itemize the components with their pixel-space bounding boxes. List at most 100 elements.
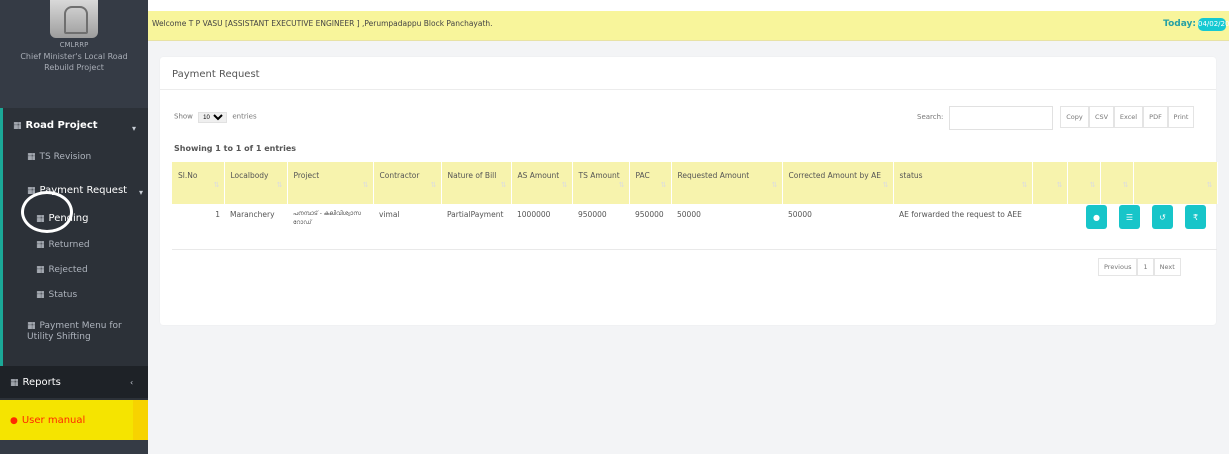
kerala-emblem-icon: [50, 0, 98, 38]
grid-icon: ▦: [27, 321, 36, 331]
sidebar-footer: [0, 440, 148, 454]
column-header-ts-amount[interactable]: TS Amount ⇅: [572, 162, 630, 204]
sort-icon: ⇅: [1021, 181, 1028, 189]
column-header-nature-of-bill[interactable]: Nature of Bill ⇅: [441, 162, 512, 204]
page-title: Payment Request: [172, 69, 260, 80]
column-header-project[interactable]: Project ⇅: [287, 162, 374, 204]
sort-icon: ⇅: [276, 181, 283, 189]
show-label: Show: [174, 112, 193, 121]
main-content: Payment Request Show 10 entries Search: …: [148, 41, 1229, 454]
column-header-contractor[interactable]: Contractor ⇅: [373, 162, 442, 204]
print-button[interactable]: Print: [1168, 106, 1194, 128]
entries-label: entries: [232, 112, 257, 121]
sort-icon: ⇅: [618, 181, 625, 189]
sidebar-item-payment-menu[interactable]: ▦ Payment Menu for Utility Shifting: [27, 321, 147, 343]
payment-button[interactable]: ₹: [1185, 205, 1206, 229]
entries-length-control: Show 10 entries: [174, 112, 257, 123]
sidebar-item-ts-revision[interactable]: ▦ TS Revision: [27, 152, 91, 162]
brand-area: CMLRRP Chief Minister's Local Road Rebui…: [0, 0, 148, 108]
grid-icon: ▦: [10, 378, 19, 388]
grid-icon: ▦: [36, 290, 45, 300]
sidebar-item-rejected[interactable]: ▦ Rejected: [36, 265, 88, 275]
view-button[interactable]: ●: [1086, 205, 1107, 229]
sidebar-item-returned[interactable]: ▦ Returned: [36, 240, 90, 250]
payment-request-panel: Payment Request Show 10 entries Search: …: [160, 57, 1218, 325]
sidebar: CMLRRP Chief Minister's Local Road Rebui…: [0, 0, 148, 454]
cell-project: പനമ്പാട് - കലിവിശ്വാസ റോഡ്: [287, 204, 373, 250]
search-label: Search:: [917, 113, 944, 121]
column-header-action-1[interactable]: ⇅: [1032, 162, 1068, 204]
cell-status: AE forwarded the request to AEE: [893, 204, 1032, 250]
cell-localbody: Maranchery: [224, 204, 287, 250]
info-icon: ●: [10, 416, 18, 426]
cell-as-amount: 1000000: [511, 204, 572, 250]
return-icon: ↺: [1159, 212, 1166, 222]
divider: [160, 89, 1216, 90]
column-header-action-2[interactable]: ⇅: [1067, 162, 1101, 204]
sort-icon: ⇅: [1206, 181, 1213, 189]
column-header-requested-amount[interactable]: Requested Amount ⇅: [671, 162, 783, 204]
cell-requested-amount: 50000: [671, 204, 782, 250]
cell-pac: 950000: [629, 204, 671, 250]
highlight-circle: [21, 191, 73, 233]
column-header-slno[interactable]: Sl.No ⇅: [172, 162, 225, 204]
cell-contractor: vimal: [373, 204, 441, 250]
sort-icon: ⇅: [213, 181, 220, 189]
chevron-left-icon: ‹: [130, 378, 134, 387]
column-header-localbody[interactable]: Localbody ⇅: [224, 162, 288, 204]
return-button[interactable]: ↺: [1152, 205, 1173, 229]
export-buttons: Copy CSV Excel PDF Print: [1060, 106, 1194, 128]
column-header-as-amount[interactable]: AS Amount ⇅: [511, 162, 573, 204]
sort-icon: ⇅: [500, 181, 507, 189]
brand-code: CMLRRP: [59, 41, 89, 49]
sort-icon: ⇅: [1089, 181, 1096, 189]
cell-nature-of-bill: PartialPayment: [441, 204, 511, 250]
grid-icon: ▦: [36, 265, 45, 275]
grid-icon: ▦: [13, 121, 22, 131]
sort-icon: ⇅: [882, 181, 889, 189]
sort-icon: ⇅: [1122, 181, 1129, 189]
sidebar-item-status[interactable]: ▦ Status: [36, 290, 77, 300]
cell-ts-amount: 950000: [572, 204, 629, 250]
entries-select[interactable]: 10: [198, 112, 228, 123]
search-input[interactable]: [949, 106, 1053, 130]
table-header-row: Sl.No ⇅ Localbody ⇅ Project ⇅ Contractor ⇅ N…: [172, 162, 1218, 204]
sort-icon: ⇅: [561, 181, 568, 189]
manual-accent: [133, 400, 148, 440]
page-1-button[interactable]: 1: [1137, 258, 1154, 276]
previous-button[interactable]: Previous: [1098, 258, 1138, 276]
column-header-action-4[interactable]: ⇅: [1133, 162, 1218, 204]
today-date-badge: 04/02/2022: [1198, 18, 1229, 31]
sort-icon: ⇅: [660, 181, 667, 189]
sidebar-item-reports[interactable]: ▦ Reports ‹: [0, 366, 148, 398]
pdf-button[interactable]: PDF: [1143, 106, 1168, 128]
sort-icon: ⇅: [1056, 181, 1063, 189]
excel-button[interactable]: Excel: [1114, 106, 1143, 128]
column-header-pac[interactable]: PAC ⇅: [629, 162, 672, 204]
column-header-status[interactable]: status ⇅: [893, 162, 1033, 204]
row-actions: ● ☰ ↺ ₹: [1086, 205, 1218, 229]
sort-icon: ⇅: [430, 181, 437, 189]
grid-icon: ▦: [36, 240, 45, 250]
next-button[interactable]: Next: [1153, 258, 1181, 276]
payment-request-table: Sl.No ⇅ Localbody ⇅ Project ⇅ Contractor ⇅ N…: [172, 162, 1218, 250]
sidebar-nav: ▦ Road Project ▾ ▦ TS Revision ▦ Payment Re…: [0, 108, 148, 366]
copy-button[interactable]: Copy: [1060, 106, 1089, 128]
rupee-icon: ₹: [1192, 212, 1199, 222]
pagination: Previous 1 Next: [1098, 258, 1181, 276]
welcome-bar: Welcome T P VASU [ASSISTANT EXECUTIVE EN…: [148, 11, 1229, 41]
welcome-message: Welcome T P VASU [ASSISTANT EXECUTIVE EN…: [152, 19, 493, 28]
csv-button[interactable]: CSV: [1089, 106, 1114, 128]
sort-icon: ⇅: [771, 181, 778, 189]
eye-icon: ●: [1093, 212, 1100, 222]
column-header-action-3[interactable]: ⇅: [1100, 162, 1134, 204]
sidebar-item-user-manual[interactable]: ●User manual ‹: [0, 400, 148, 440]
brand-name: Chief Minister's Local Road Rebuild Proj…: [20, 52, 128, 72]
details-button[interactable]: ☰: [1119, 205, 1140, 229]
grid-icon: ▦: [27, 152, 36, 162]
entries-info: Showing 1 to 1 of 1 entries: [174, 144, 297, 153]
sidebar-item-road-project[interactable]: ▦ Road Project: [13, 120, 98, 131]
column-header-corrected-amount[interactable]: Corrected Amount by AE ⇅: [782, 162, 894, 204]
cell-slno: 1: [172, 204, 224, 250]
list-icon: ☰: [1125, 212, 1134, 222]
